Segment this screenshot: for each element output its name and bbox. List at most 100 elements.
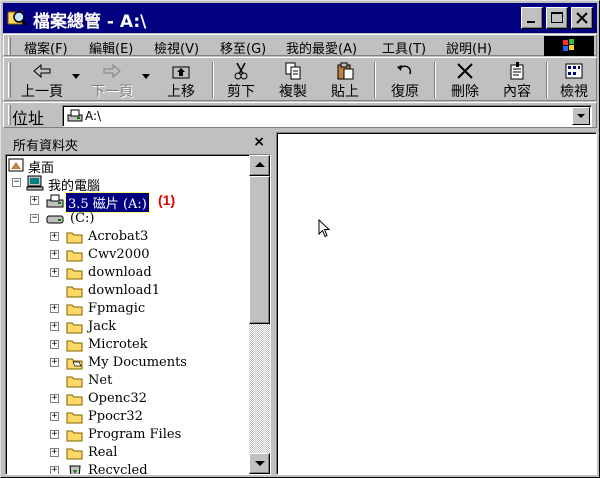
floppy-drive-icon [46,194,64,208]
tree-label: 桌面 [28,161,55,176]
folder-icon [66,448,83,460]
views-label: 檢視 [560,84,588,100]
up-folder-icon [172,66,190,79]
expand-toggle[interactable]: + [50,358,59,367]
address-dropdown-button[interactable] [572,107,590,125]
tree-label: Program Files [88,427,182,442]
close-button[interactable] [571,7,593,29]
address-input[interactable]: A:\ [62,105,592,127]
undo-label: 復原 [391,84,419,100]
folder-icon [66,322,83,334]
tree-label: download [88,265,152,280]
tree-label: Openc32 [88,391,147,406]
my-documents-folder-icon [66,358,83,370]
undo-icon [397,65,412,75]
back-arrow-icon [33,63,51,79]
cut-button[interactable]: 剪下 [216,60,266,100]
menu-file[interactable]: 檔案(F) [24,38,68,57]
tree-label: 我的電腦 [48,179,101,194]
toolbar-separator [546,62,548,98]
delete-x-icon [457,63,473,79]
back-button[interactable]: 上一頁 [14,60,70,100]
tree-label: Recycled [88,463,148,475]
folder-tree-scrollbar[interactable] [249,155,270,474]
delete-button[interactable]: 刪除 [440,60,490,100]
folder-icon [66,304,83,316]
toolbar-grip[interactable] [8,62,11,98]
forward-button[interactable]: 下一頁 [84,60,140,100]
copy-button[interactable]: 複製 [268,60,318,100]
annotation-marker: (1) [158,192,176,208]
expand-toggle[interactable]: + [50,268,59,277]
windows-logo-icon [544,36,594,56]
address-grip[interactable] [8,105,11,125]
address-label: 位址 [12,109,45,128]
file-list-pane[interactable] [276,132,597,475]
tree-label: Ppocr32 [88,409,143,424]
expand-toggle[interactable]: + [50,340,59,349]
scroll-down-button[interactable] [249,453,270,474]
tree-label: Jack [88,319,117,334]
forward-label: 下一頁 [91,84,133,100]
expand-toggle[interactable]: + [50,304,59,313]
views-button[interactable]: 檢視 [552,60,596,100]
forward-dropdown-icon[interactable] [142,74,150,79]
forward-arrow-icon [103,63,121,79]
scrollbar-thumb[interactable] [249,176,270,324]
folder-panel-header: 所有資料夾 × [5,132,271,154]
menu-edit[interactable]: 編輯(E) [89,38,133,57]
paste-clipboard-icon [337,62,354,80]
copy-icon [285,62,301,80]
folder-panel-title: 所有資料夾 [13,139,79,154]
expand-toggle[interactable]: + [30,196,39,205]
expand-toggle[interactable]: + [50,322,59,331]
folder-panel-close-button[interactable]: × [253,134,265,150]
up-button[interactable]: 上移 [156,60,206,100]
mouse-cursor-icon [318,219,331,238]
scissors-icon [234,62,248,80]
tree-label: Fpmagic [88,301,146,316]
folder-icon [66,412,83,424]
minimize-button[interactable] [521,7,543,29]
collapse-toggle[interactable]: − [12,178,21,187]
scroll-up-button[interactable] [249,155,270,176]
title-bar[interactable]: 檔案總管 - A:\ [3,3,597,33]
menu-tools[interactable]: 工具(T) [382,38,426,57]
expand-toggle[interactable]: + [50,250,59,259]
folder-tree[interactable]: 桌面 − 我的電腦 + 3.5 磁片 (A:) (1) − (C:) + Acr… [5,154,271,475]
menu-bar: 檔案(F) 編輯(E) 檢視(V) 移至(G) 我的最愛(A) 工具(T) 說明… [3,34,597,57]
toolbar-separator [434,62,436,98]
paste-label: 貼上 [331,84,359,100]
recycle-bin-icon [69,465,81,474]
explorer-magnifier-icon [7,8,27,28]
menu-help[interactable]: 說明(H) [446,38,492,57]
expand-toggle[interactable]: + [50,412,59,421]
folder-icon [66,232,83,244]
folder-icon [66,286,83,298]
undo-button[interactable]: 復原 [380,60,430,100]
up-label: 上移 [167,84,195,100]
expand-toggle[interactable]: + [50,394,59,403]
menu-favorites[interactable]: 我的最愛(A) [286,38,357,57]
copy-label: 複製 [279,84,307,100]
folder-icon [66,268,83,280]
collapse-toggle[interactable]: − [30,214,39,223]
menu-view[interactable]: 檢視(V) [154,38,199,57]
expand-toggle[interactable]: + [50,430,59,439]
cut-label: 剪下 [227,84,255,100]
paste-button[interactable]: 貼上 [320,60,370,100]
back-dropdown-icon[interactable] [72,74,80,79]
menu-go[interactable]: 移至(G) [220,38,266,57]
tree-label: Cwv2000 [88,247,150,262]
back-label: 上一頁 [21,84,63,100]
expand-toggle[interactable]: + [50,448,59,457]
properties-button[interactable]: 內容 [492,60,542,100]
menu-grip[interactable] [8,37,11,55]
tree-label-selected: 3.5 磁片 (A:) [65,192,150,213]
expand-toggle[interactable]: + [50,466,59,474]
maximize-button[interactable] [546,7,568,29]
expand-toggle[interactable]: + [50,232,59,241]
toolbar-separator [374,62,376,98]
tree-label: Real [88,445,118,460]
folder-panel: 所有資料夾 × 桌面 − 我的電腦 + 3.5 磁片 (A:) (1) − (C… [5,132,271,475]
